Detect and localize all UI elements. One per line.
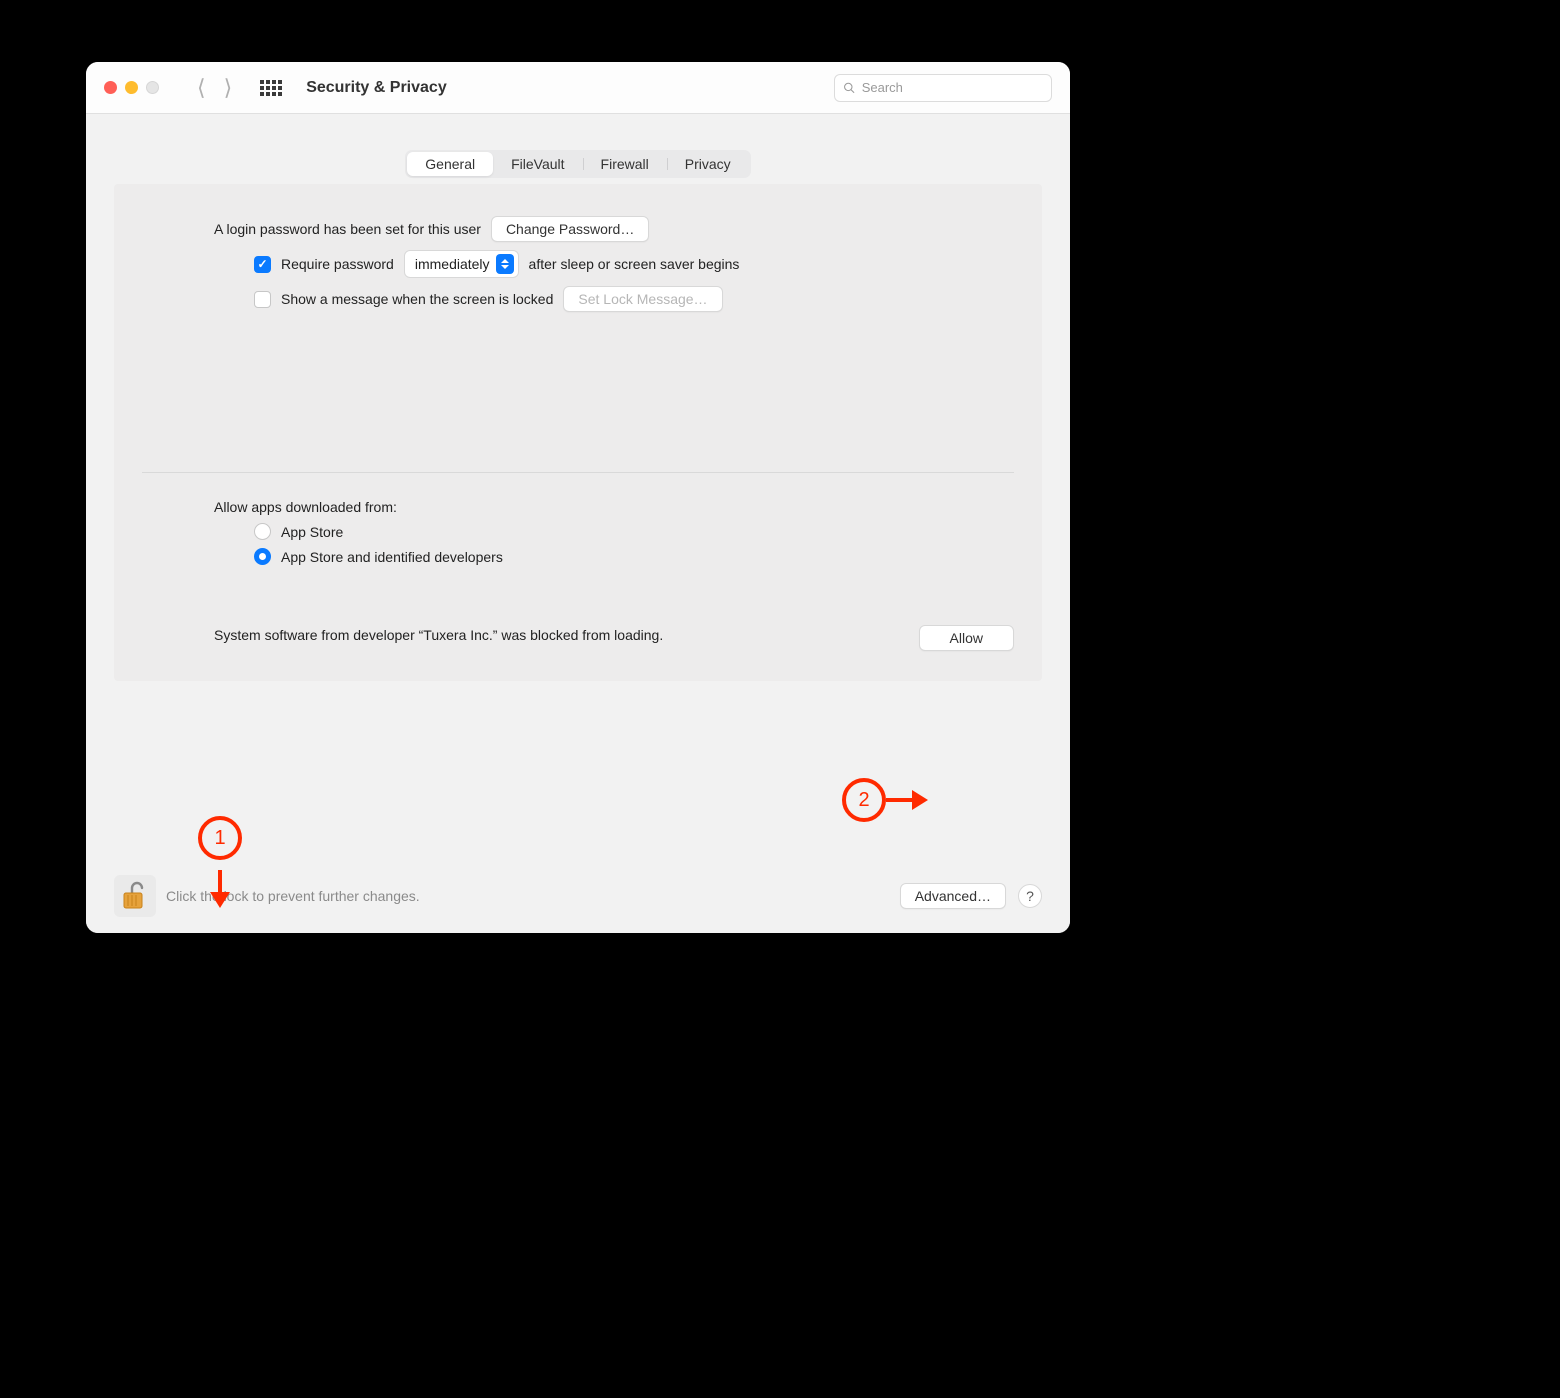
lock-label: Click the lock to prevent further change… xyxy=(166,888,420,904)
require-password-delay-select[interactable]: immediately xyxy=(404,250,519,278)
search-icon xyxy=(843,81,856,95)
require-password-checkbox[interactable] xyxy=(254,256,271,273)
blocked-software-row: System software from developer “Tuxera I… xyxy=(214,625,1014,651)
tab-filevault[interactable]: FileVault xyxy=(493,152,582,176)
require-password-suffix: after sleep or screen saver begins xyxy=(529,256,740,272)
gatekeeper-heading: Allow apps downloaded from: xyxy=(214,499,1014,515)
annotation-callout-2: 2 xyxy=(842,778,886,822)
traffic-lights xyxy=(104,81,159,94)
annotation-arrow-1 xyxy=(210,892,230,908)
forward-button: ⟩ xyxy=(224,75,233,101)
radio-identified-label: App Store and identified developers xyxy=(281,549,503,565)
blocked-software-text: System software from developer “Tuxera I… xyxy=(214,625,663,645)
lock-button[interactable] xyxy=(114,875,156,917)
show-message-row: Show a message when the screen is locked… xyxy=(254,286,1014,312)
general-panel: A login password has been set for this u… xyxy=(114,184,1042,681)
radio-appstore[interactable] xyxy=(254,523,271,540)
search-field[interactable] xyxy=(834,74,1052,102)
divider xyxy=(142,472,1014,473)
radio-appstore-row: App Store xyxy=(254,523,1014,540)
annotation-arrow-2-head xyxy=(912,790,928,810)
nav-arrows: ⟨ ⟩ xyxy=(197,75,232,101)
help-button[interactable]: ? xyxy=(1018,884,1042,908)
back-button[interactable]: ⟨ xyxy=(197,75,206,101)
annotation-callout-1: 1 xyxy=(198,816,242,860)
radio-appstore-label: App Store xyxy=(281,524,343,540)
zoom-window-button[interactable] xyxy=(146,81,159,94)
login-password-row: A login password has been set for this u… xyxy=(214,216,1014,242)
tab-general[interactable]: General xyxy=(407,152,493,176)
footer-right: Advanced… ? xyxy=(900,883,1042,909)
close-window-button[interactable] xyxy=(104,81,117,94)
radio-identified-row: App Store and identified developers xyxy=(254,548,1014,565)
advanced-button[interactable]: Advanced… xyxy=(900,883,1006,909)
set-lock-message-button: Set Lock Message… xyxy=(563,286,722,312)
login-password-label: A login password has been set for this u… xyxy=(214,221,481,237)
chevron-updown-icon xyxy=(496,254,514,274)
require-password-row: Require password immediately after sleep… xyxy=(254,250,1014,278)
change-password-button[interactable]: Change Password… xyxy=(491,216,649,242)
radio-identified[interactable] xyxy=(254,548,271,565)
require-password-delay-value: immediately xyxy=(415,256,490,272)
search-input[interactable] xyxy=(862,80,1043,95)
window-title: Security & Privacy xyxy=(306,79,447,97)
titlebar: ⟨ ⟩ Security & Privacy xyxy=(86,62,1070,114)
show-all-icon[interactable] xyxy=(260,80,282,96)
show-message-checkbox[interactable] xyxy=(254,291,271,308)
tab-firewall[interactable]: Firewall xyxy=(583,152,667,176)
allow-button[interactable]: Allow xyxy=(919,625,1014,651)
show-message-label: Show a message when the screen is locked xyxy=(281,291,553,307)
minimize-window-button[interactable] xyxy=(125,81,138,94)
tab-privacy[interactable]: Privacy xyxy=(667,152,749,176)
lock-open-icon xyxy=(121,881,149,911)
tab-bar-container: General FileVault Firewall Privacy xyxy=(86,114,1070,178)
annotation-arrow-2-line xyxy=(886,798,912,802)
footer: Click the lock to prevent further change… xyxy=(86,859,1070,933)
lock-area: Click the lock to prevent further change… xyxy=(114,875,420,917)
tab-bar: General FileVault Firewall Privacy xyxy=(405,150,750,178)
require-password-label: Require password xyxy=(281,256,394,272)
